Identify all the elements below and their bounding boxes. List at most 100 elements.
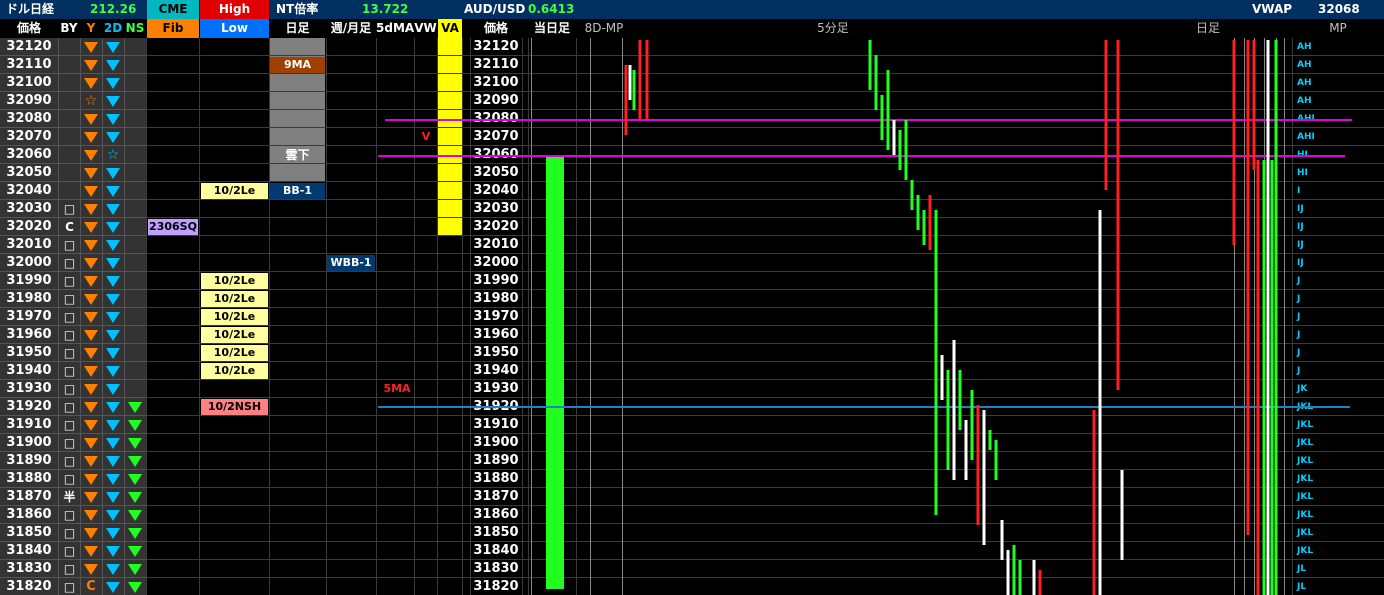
row-divider	[147, 110, 1384, 128]
2d-down-triangle-icon	[106, 312, 120, 323]
ns-cell	[124, 290, 147, 308]
by-mark: □	[58, 236, 80, 254]
2d-down-triangle-icon	[106, 366, 120, 377]
trading-board: { "header": { "dollar_nikkei_label": "ドル…	[0, 0, 1384, 595]
y-down-triangle-icon	[84, 240, 98, 251]
ns-down-triangle-icon	[128, 474, 142, 485]
ns-down-triangle-icon	[128, 546, 142, 557]
col-price-2: 価格	[483, 21, 508, 35]
mp-letters: IJ	[1297, 222, 1304, 232]
y-down-triangle-icon	[84, 348, 98, 359]
2d-down-triangle-icon	[106, 474, 120, 485]
2d-down-triangle-icon	[106, 528, 120, 539]
row-divider	[147, 434, 1384, 452]
row-divider	[147, 524, 1384, 542]
ns-down-triangle-icon	[128, 528, 142, 539]
vwap-value: 32068	[1318, 2, 1360, 16]
by-mark: □	[58, 200, 80, 218]
row-divider	[147, 542, 1384, 560]
price-label: 31920	[0, 398, 58, 416]
row-divider	[147, 218, 1384, 236]
mp-letters: IJ	[1297, 240, 1304, 250]
tag-nsh: 10/2NSH	[201, 399, 268, 415]
2d-down-triangle-icon	[106, 546, 120, 557]
price-label: 32030	[0, 200, 58, 218]
by-mark: □	[58, 362, 80, 380]
price-row: 31850 □ 31850 JKL	[0, 524, 1384, 542]
2d-down-triangle-icon	[106, 420, 120, 431]
ns-cell	[124, 164, 147, 182]
ns-cell	[124, 146, 147, 164]
price-label: 31950	[0, 344, 58, 362]
price-row: 32070 32070 AHI	[0, 128, 1384, 146]
mp-letters: AH	[1297, 96, 1312, 106]
y-down-triangle-icon	[84, 42, 98, 53]
by-mark: □	[58, 452, 80, 470]
dollar-nikkei-value: 212.26	[90, 2, 137, 16]
by-mark: □	[58, 326, 80, 344]
row-divider	[147, 398, 1384, 416]
ns-cell	[124, 344, 147, 362]
price-row: 32060 32060 HI ☆	[0, 146, 1384, 164]
price-row: 32010 □ 32010 IJ	[0, 236, 1384, 254]
row-divider	[147, 290, 1384, 308]
price-row: 32120 32120 AH	[0, 38, 1384, 56]
ns-cell	[124, 38, 147, 56]
nt-value: 13.722	[362, 2, 409, 16]
by-mark: 半	[58, 488, 80, 506]
price-label: 31980	[0, 290, 58, 308]
2d-down-triangle-icon	[106, 186, 120, 197]
row-divider	[147, 272, 1384, 290]
col-y: Y	[86, 21, 96, 35]
mp-letters: HI	[1297, 168, 1308, 178]
price-label: 32050	[0, 164, 58, 182]
price-label: 32040	[0, 182, 58, 200]
mp-letters: AH	[1297, 42, 1312, 52]
ns-down-triangle-icon	[128, 582, 142, 593]
ns-down-triangle-icon	[128, 564, 142, 575]
price-label: 31900	[0, 434, 58, 452]
2d-down-triangle-icon	[106, 582, 120, 593]
price-label: 32060	[0, 146, 58, 164]
by-mark: □	[58, 524, 80, 542]
ns-down-triangle-icon	[128, 420, 142, 431]
mp-letters: J	[1297, 330, 1301, 340]
ns-down-triangle-icon	[128, 402, 142, 413]
row-divider	[147, 74, 1384, 92]
tag-le-5: 10/2Le	[201, 327, 268, 343]
dollar-nikkei-label: ドル日経	[6, 2, 55, 16]
price-label: 31820	[0, 578, 58, 595]
y-down-triangle-icon	[84, 204, 98, 215]
y-down-triangle-icon	[84, 546, 98, 557]
by-mark: □	[58, 272, 80, 290]
y-down-triangle-icon	[84, 222, 98, 233]
mp-letters: JKL	[1297, 438, 1314, 448]
by-mark: □	[58, 308, 80, 326]
col-mp: MP	[1329, 21, 1347, 35]
y-down-triangle-icon	[84, 276, 98, 287]
ns-cell	[124, 110, 147, 128]
mp-letters: HI	[1297, 150, 1308, 160]
y-down-triangle-icon	[84, 114, 98, 125]
price-row: 31910 □ 31910 JKL	[0, 416, 1384, 434]
y-c-mark: C	[86, 579, 96, 594]
col-price: 価格	[16, 21, 41, 35]
by-mark	[58, 164, 80, 182]
2d-down-triangle-icon	[106, 42, 120, 53]
price-label: 32000	[0, 254, 58, 272]
tag-le-1: 10/2Le	[201, 183, 268, 199]
ns-cell	[124, 254, 147, 272]
price-label: 31960	[0, 326, 58, 344]
by-mark: C	[58, 218, 80, 236]
by-mark: □	[58, 416, 80, 434]
mp-letters: J	[1297, 294, 1301, 304]
price-row: 32050 32050 HI	[0, 164, 1384, 182]
2d-down-triangle-icon	[106, 492, 120, 503]
ns-cell	[124, 236, 147, 254]
row-divider	[147, 416, 1384, 434]
price-label: 31860	[0, 506, 58, 524]
y-down-triangle-icon	[84, 312, 98, 323]
col-daily: 日足	[285, 21, 310, 35]
ns-cell	[124, 218, 147, 236]
2d-down-triangle-icon	[106, 96, 120, 107]
